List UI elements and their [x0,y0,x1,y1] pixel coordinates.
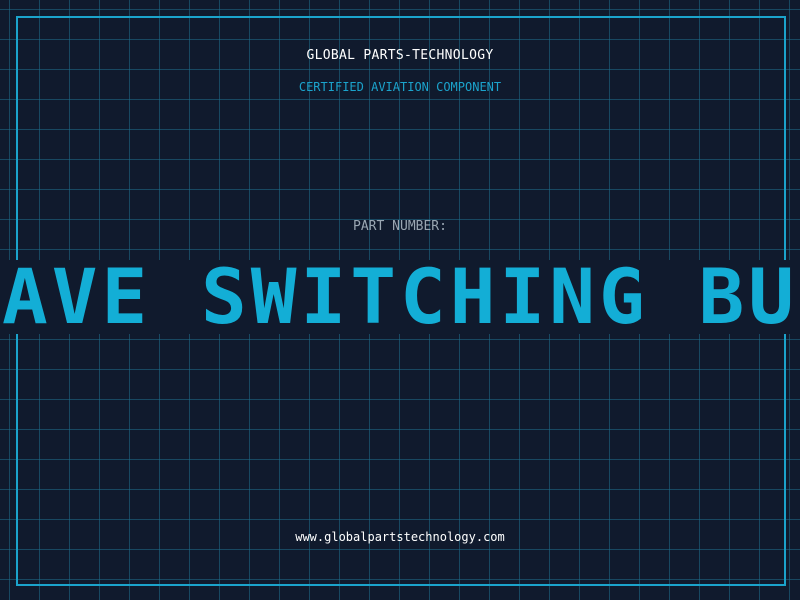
certificate-card: GLOBAL PARTS-TECHNOLOGY CERTIFIED AVIATI… [0,0,800,600]
part-number-label: PART NUMBER: [353,219,447,234]
company-name: GLOBAL PARTS-TECHNOLOGY [306,48,494,63]
certification-subtitle: CERTIFIED AVIATION COMPONENT [298,80,502,94]
website-url: www.globalpartstechnology.com [295,530,505,544]
part-name: WAVE SWITCHING BUS [0,252,800,341]
